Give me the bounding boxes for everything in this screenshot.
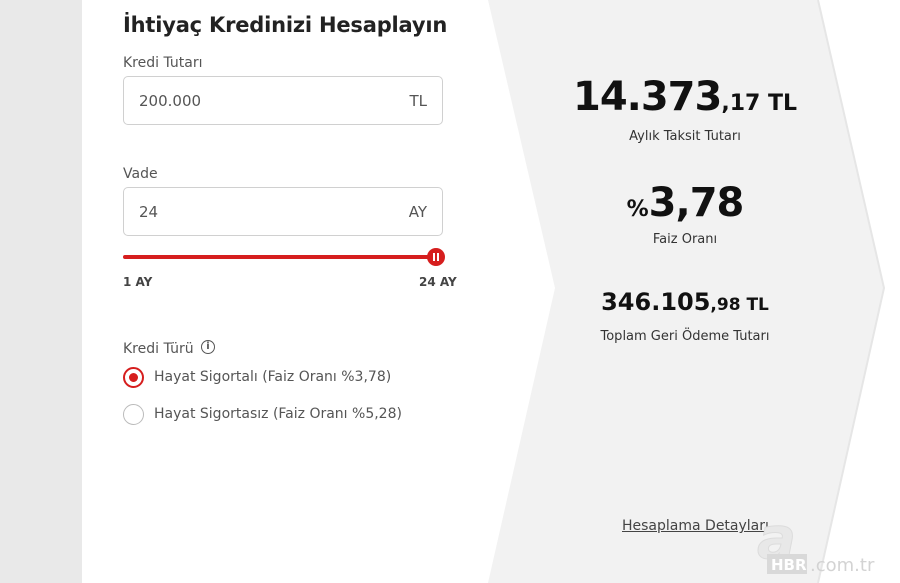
amount-label: Kredi Tutarı [123,55,203,71]
site-watermark-logo: a HBR .com.tr [757,510,875,576]
term-slider-track[interactable] [123,255,436,259]
rate-label: Faiz Oranı [652,232,718,247]
total-main: 346.105 [601,288,711,316]
installment-amount: 14.373,17 TL [560,74,810,120]
total-label: Toplam Geri Ödeme Tutarı [600,329,770,344]
total-small: ,98 TL [710,295,769,315]
watermark-domain: .com.tr [810,555,875,576]
interest-rate: %3,78 [560,180,810,226]
credit-type-label: Kredi Türü [123,341,194,357]
slider-max-label: 24 AY [419,275,457,289]
installment-label: Aylık Taksit Tutarı [629,129,741,144]
installment-small: ,17 TL [721,91,798,116]
term-label: Vade [123,166,158,182]
option-label: Hayat Sigortasız (Faiz Oranı %5,28) [154,406,402,422]
rate-value: 3,78 [648,180,745,226]
term-value: 24 [139,203,159,221]
watermark-badge: HBR [771,556,807,574]
term-suffix: AY [408,203,427,221]
page-title: İhtiyaç Kredinizi Hesaplayın [123,13,448,37]
calculation-details-link[interactable]: Hesaplama Detayları [622,518,769,534]
radio-checked-icon[interactable] [123,367,144,388]
installment-main: 14.373 [572,74,722,120]
amount-value: 200.000 [139,92,202,110]
slider-min-label: 1 AY [123,275,153,289]
radio-unchecked-icon[interactable] [123,404,144,425]
amount-suffix: TL [409,92,427,110]
rate-prefix: % [626,197,649,222]
info-icon[interactable]: i [201,340,215,354]
option-label: Hayat Sigortalı (Faiz Oranı %3,78) [154,369,392,385]
term-slider-handle[interactable] [427,248,445,266]
total-repayment: 346.105,98 TL [560,288,810,316]
amount-input[interactable]: 200.000 TL [123,76,443,125]
term-input[interactable]: 24 AY [123,187,443,236]
